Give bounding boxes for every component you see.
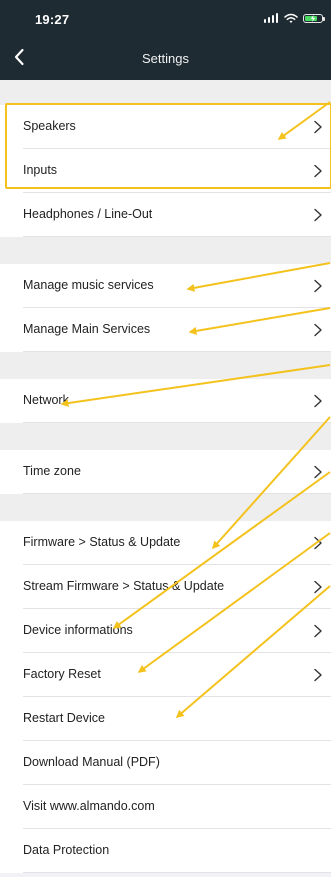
settings-item-label: Firmware > Status & Update — [23, 535, 181, 549]
settings-item-label: Download Manual (PDF) — [23, 755, 160, 769]
wifi-icon — [284, 13, 298, 23]
battery-charging-icon — [303, 13, 325, 23]
chevron-right-icon — [314, 580, 322, 594]
chevron-right-icon — [314, 668, 322, 682]
settings-item-time-zone[interactable]: Time zone — [0, 450, 331, 494]
settings-item-speakers[interactable]: Speakers — [0, 105, 331, 149]
status-time: 19:27 — [35, 12, 70, 27]
chevron-right-icon — [314, 208, 322, 222]
settings-item-label: Headphones / Line-Out — [23, 207, 153, 221]
settings-item-label: Network — [23, 393, 69, 407]
chevron-right-icon — [314, 465, 322, 479]
settings-list: Speakers Inputs Headphones / Line-Out Ma… — [0, 80, 331, 877]
status-icons — [264, 12, 325, 24]
settings-item-network[interactable]: Network — [0, 379, 331, 423]
settings-item-label: Visit www.almando.com — [23, 799, 155, 813]
settings-item-label: Manage Main Services — [23, 322, 151, 336]
signal-icon — [264, 13, 279, 23]
settings-item-visit-website[interactable]: Visit www.almando.com — [0, 785, 331, 829]
settings-item-inputs[interactable]: Inputs — [0, 149, 331, 193]
status-bar: 19:27 — [0, 0, 331, 36]
settings-item-label: Restart Device — [23, 711, 105, 725]
section-gap — [0, 237, 331, 264]
settings-item-label: Factory Reset — [23, 667, 101, 681]
page-title: Settings — [142, 51, 189, 66]
settings-item-manage-music-services[interactable]: Manage music services — [0, 264, 331, 308]
chevron-right-icon — [314, 536, 322, 550]
chevron-right-icon — [314, 323, 322, 337]
settings-item-device-informations[interactable]: Device informations — [0, 609, 331, 653]
chevron-right-icon — [314, 279, 322, 293]
settings-item-download-manual[interactable]: Download Manual (PDF) — [0, 741, 331, 785]
settings-item-label: Stream Firmware > Status & Update — [23, 579, 225, 593]
chevron-right-icon — [314, 624, 322, 638]
settings-item-label: Data Protection — [23, 843, 110, 857]
settings-item-firmware[interactable]: Firmware > Status & Update — [0, 521, 331, 565]
settings-item-label: Speakers — [23, 119, 76, 133]
settings-item-restart-device[interactable]: Restart Device — [0, 697, 331, 741]
section-gap — [0, 80, 331, 105]
section-gap — [0, 423, 331, 450]
settings-item-label: Time zone — [23, 464, 81, 478]
section-gap — [0, 494, 331, 521]
settings-item-stream-firmware[interactable]: Stream Firmware > Status & Update — [0, 565, 331, 609]
settings-screen: 19:27 Settings Speakers Inputs Headphone… — [0, 0, 331, 877]
settings-item-data-protection[interactable]: Data Protection — [0, 829, 331, 873]
chevron-left-icon — [14, 48, 24, 66]
section-gap — [0, 352, 331, 379]
settings-item-label: Device informations — [23, 623, 133, 637]
settings-item-label: Inputs — [23, 163, 58, 177]
chevron-right-icon — [314, 164, 322, 178]
back-button[interactable] — [4, 42, 34, 72]
settings-item-manage-main-services[interactable]: Manage Main Services — [0, 308, 331, 352]
settings-item-label: Manage music services — [23, 278, 154, 292]
settings-item-factory-reset[interactable]: Factory Reset — [0, 653, 331, 697]
settings-item-headphones-line-out[interactable]: Headphones / Line-Out — [0, 193, 331, 237]
chevron-right-icon — [314, 120, 322, 134]
navigation-bar: Settings — [0, 36, 331, 80]
chevron-right-icon — [314, 394, 322, 408]
